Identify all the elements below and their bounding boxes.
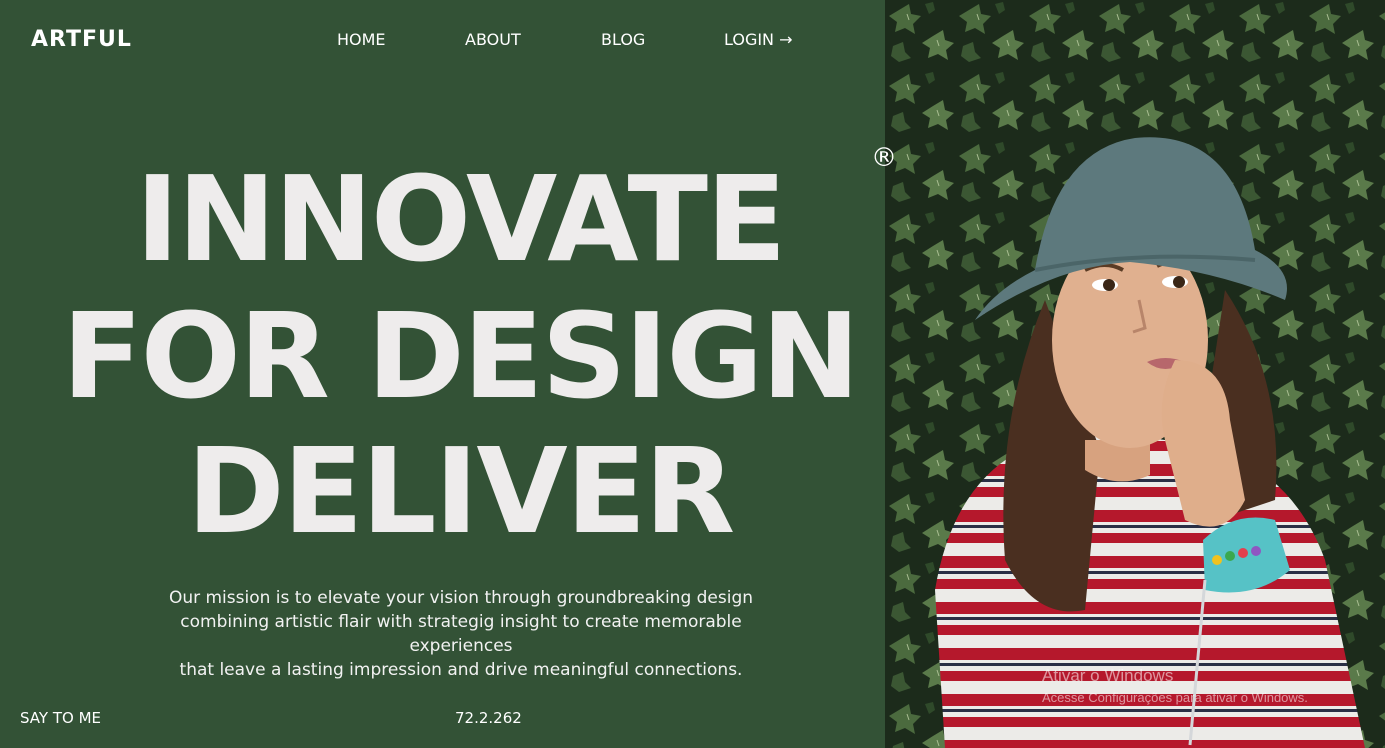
- watermark-title: Ativar o Windows: [1042, 666, 1174, 685]
- nav-home[interactable]: HOME: [337, 30, 386, 49]
- mission-line-1: Our mission is to elevate your vision th…: [168, 588, 754, 608]
- mission-line-3: that leave a lasting impression and driv…: [179, 660, 743, 680]
- mission-text: Our mission is to elevate your vision th…: [130, 586, 792, 682]
- nav-blog[interactable]: BLOG: [601, 30, 645, 49]
- registered-mark: ®: [871, 143, 897, 173]
- nav-login[interactable]: LOGIN →: [724, 30, 793, 49]
- portrait-photo: [885, 0, 1385, 748]
- hero-line-2: FOR DESIGN: [62, 287, 860, 425]
- portrait-illustration: [885, 0, 1385, 748]
- say-to-me-link[interactable]: SAY TO ME: [20, 709, 101, 727]
- brand-logo[interactable]: ARTFUL: [31, 27, 132, 52]
- watermark-subtitle: Acesse Configurações para ativar o Windo…: [1042, 690, 1308, 705]
- hero-line-3: DELIVER: [186, 422, 735, 560]
- nav-about[interactable]: ABOUT: [465, 30, 521, 49]
- landing-page: ARTFUL HOME ABOUT BLOG LOGIN → INNOVATE …: [0, 0, 1385, 748]
- windows-activation-watermark: Ativar o Windows Acesse Configurações pa…: [1042, 666, 1308, 705]
- mission-line-2: combining artistic flair with strategig …: [180, 612, 742, 656]
- left-panel: ARTFUL HOME ABOUT BLOG LOGIN → INNOVATE …: [0, 0, 885, 748]
- footer-number: 72.2.262: [455, 709, 522, 727]
- hero-line-1: INNOVATE: [135, 150, 786, 288]
